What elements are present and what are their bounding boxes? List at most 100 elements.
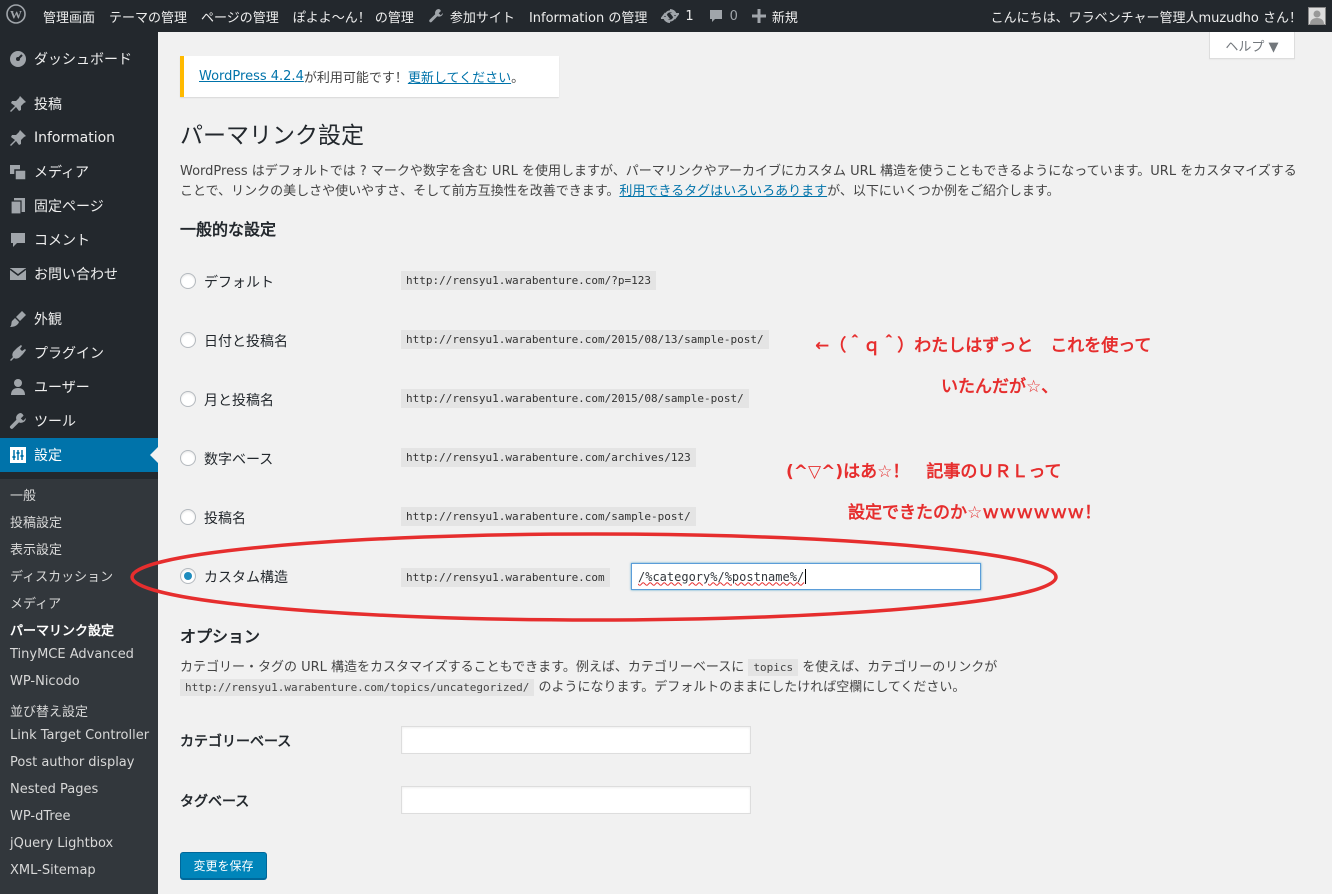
example-url: http://rensyu1.warabenture.com/?p=123 [401,271,657,290]
comment-bubble-icon [708,8,724,24]
permalink-option-post-name[interactable]: 投稿名 http://rensyu1.warabenture.com/sampl… [180,502,1300,532]
example-url: http://rensyu1.warabenture.com/2015/08/s… [401,389,749,408]
example-category-url: http://rensyu1.warabenture.com/topics/un… [180,679,535,696]
submenu-nested-pages[interactable]: Nested Pages [10,782,98,797]
menu-comments[interactable]: コメント [0,223,158,257]
menu-posts[interactable]: 投稿 [0,87,158,121]
radio-button[interactable] [180,450,196,466]
radio-button[interactable] [180,273,196,289]
menu-information[interactable]: Information [0,121,158,155]
menu-label: 外観 [34,312,62,328]
permalink-option-default[interactable]: デフォルト http://rensyu1.warabenture.com/?p=… [180,266,1300,296]
refresh-icon [661,8,680,24]
radio-button[interactable] [180,332,196,348]
appearance-icon [8,309,28,329]
radio-button[interactable] [180,509,196,525]
updates-count: 1 [685,8,694,24]
updates-link[interactable]: 1 [654,0,700,32]
options-desc-post: を使えば、カテゴリーのリンクが [798,660,998,675]
mail-icon [8,264,28,284]
radio-button[interactable] [180,391,196,407]
menu-media[interactable]: メディア [0,155,158,189]
comment-icon [8,230,28,250]
submenu-tinymce-advanced[interactable]: TinyMCE Advanced [10,647,134,662]
submenu-post-author-display[interactable]: Post author display [10,755,134,770]
menu-label: 固定ページ [34,199,104,215]
menu-dashboard[interactable]: ダッシュボード [0,42,158,76]
pages-menu-link[interactable]: ページの管理 [194,0,286,32]
menu-label: メディア [34,165,90,181]
option-label: デフォルト [204,275,274,291]
theme-menu-link[interactable]: テーマの管理 [102,0,194,32]
save-changes-button[interactable]: 変更を保存 [180,852,267,879]
intro-line-2-pre: ことで、リンクの美しさや使いやすさ、そして前方互換性を改善できます。 [180,184,620,199]
menu-pages[interactable]: 固定ページ [0,189,158,223]
avatar [1308,7,1326,25]
wordpress-version-link[interactable]: WordPress 4.2.4 [199,69,304,84]
menu-users[interactable]: ユーザー [0,370,158,404]
update-now-link[interactable]: 更新してください [408,67,511,86]
submenu-permalink[interactable]: パーマリンク設定 [10,620,114,639]
permalink-option-numeric[interactable]: 数字ベース http://rensyu1.warabenture.com/arc… [180,443,1300,473]
permalink-option-month-name[interactable]: 月と投稿名 http://rensyu1.warabenture.com/201… [180,384,1300,414]
menu-contact[interactable]: お問い合わせ [0,257,158,291]
submenu-xml-sitemap[interactable]: XML-Sitemap [10,863,96,878]
common-settings-heading: 一般的な設定 [180,220,277,239]
tool-icon [8,411,28,431]
category-base-label: カテゴリーベース [180,734,292,750]
option-label: 日付と投稿名 [204,334,288,350]
menu-settings[interactable]: 設定 [0,438,158,472]
update-notice-end: 。 [511,71,525,86]
menu-label: プラグイン [34,346,104,362]
menu-label: ダッシュボード [34,52,132,68]
my-account-link[interactable]: こんにちは、ワラベンチャー管理人muzudho さん！ [984,0,1332,32]
annotation-text: (^▽^)はあ☆！ 記事のＵＲＬって [786,462,1062,482]
options-desc-pre: カテゴリー・タグの URL 構造をカスタマイズすることもできます。例えば、カテゴ… [180,660,749,675]
annotation-text: 設定できたのか☆ｗｗｗｗｗｗ！ [848,503,1102,523]
menu-tools[interactable]: ツール [0,404,158,438]
participating-sites-link[interactable]: 参加サイト [421,0,522,32]
wrench-icon [428,8,444,24]
submenu-discussion[interactable]: ディスカッション [10,566,113,585]
intro-text: WordPress はデフォルトでは ? マークや数字を含む URL を使用しま… [180,162,1300,202]
update-notice-text: が利用可能です！ [303,71,408,86]
option-label: 数字ベース [204,452,274,468]
tag-base-label: タグベース [180,794,250,810]
submenu-wp-dtree[interactable]: WP-dTree [10,809,70,824]
menu-appearance[interactable]: 外観 [0,302,158,336]
submenu-media[interactable]: メディア [10,593,61,612]
annotation-ellipse [130,532,1058,622]
admin-bar: W 管理画面 テーマの管理 ページの管理 ぽよよ～ん！ の管理 参加サイト In… [0,0,1332,32]
options-desc-line-2: http://rensyu1.warabenture.com/topics/un… [180,678,1300,698]
submenu-jquery-lightbox[interactable]: jQuery Lightbox [10,836,113,851]
example-url: http://rensyu1.warabenture.com/sample-po… [401,507,696,526]
wp-logo-menu[interactable]: W [0,0,36,32]
comments-link[interactable]: 0 [701,0,745,32]
options-desc-post2: のようになります。デフォルトのままにしたければ空欄にしてください。 [534,680,966,695]
new-content-link[interactable]: 新規 [745,0,805,32]
intro-line-2-post: が、以下にいくつか例をご紹介します。 [827,184,1060,199]
submenu-reading[interactable]: 表示設定 [10,539,62,558]
admin-sidebar: ダッシュボード 投稿 Information メディア 固定ページ コメント お… [0,32,158,894]
submenu-link-target-controller[interactable]: Link Target Controller [10,728,149,743]
media-icon [8,162,28,182]
available-tags-link[interactable]: 利用できるタグはいろいろあります [619,184,827,199]
wordpress-logo-icon: W [6,4,26,28]
menu-plugins[interactable]: プラグイン [0,336,158,370]
site-name-link[interactable]: 管理画面 [36,0,102,32]
information-menu-link[interactable]: Information の管理 [522,0,654,32]
tag-base-input[interactable] [401,786,751,814]
submenu-sort-settings[interactable]: 並び替え設定 [10,701,88,720]
poyoyo-menu-link[interactable]: ぽよよ～ん！ の管理 [286,0,421,32]
example-url: http://rensyu1.warabenture.com/2015/08/1… [401,330,769,349]
page-icon [8,196,28,216]
submenu-wp-nicodo[interactable]: WP-Nicodo [10,674,80,689]
topics-code: topics [748,659,799,676]
submenu-general[interactable]: 一般 [10,485,36,504]
new-content-label: 新規 [771,10,798,26]
category-base-input[interactable] [401,726,751,754]
submenu-writing[interactable]: 投稿設定 [10,512,62,531]
update-notice: WordPress 4.2.4 が利用可能です！ 更新してください 。 [180,56,559,97]
page-title: パーマリンク設定 [180,123,364,149]
help-tab-button[interactable]: ヘルプ ▼ [1209,32,1295,59]
